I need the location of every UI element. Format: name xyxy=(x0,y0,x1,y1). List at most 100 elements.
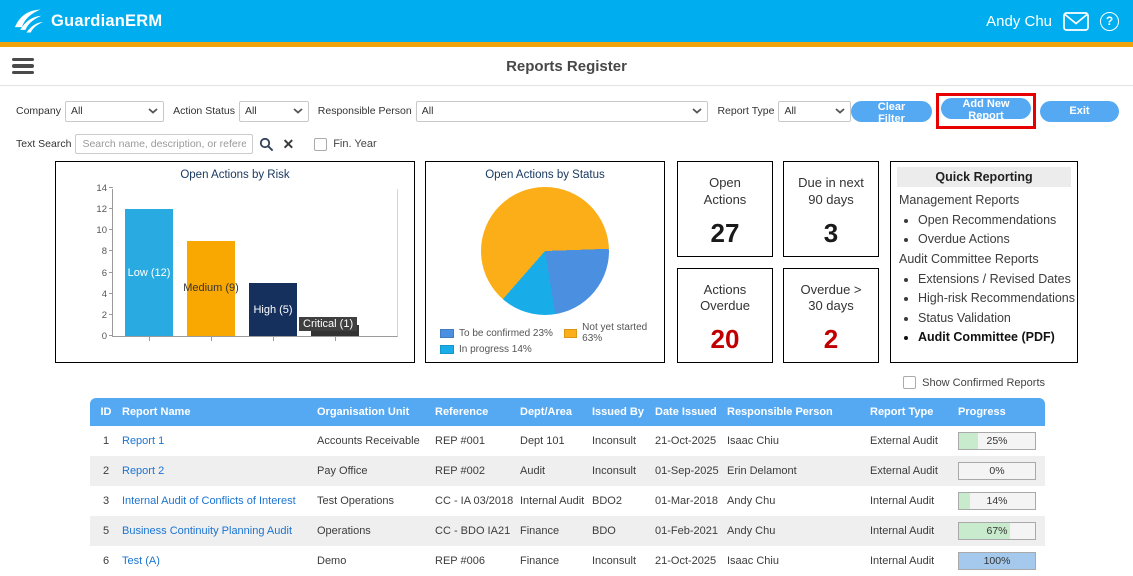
text-search-label: Text Search xyxy=(16,138,71,150)
bar-high: High (5) xyxy=(249,283,297,336)
bar-value-label: Medium (9) xyxy=(183,282,239,294)
table-header-row: IDReport NameOrganisation UnitReferenceD… xyxy=(90,398,1045,426)
cell-date-issued: 21-Oct-2025 xyxy=(653,435,725,447)
cell-issued-by: BDO xyxy=(590,525,653,537)
kpi-grid: OpenActions 27 Due in next90 days 3 Acti… xyxy=(677,161,879,363)
column-header-progress[interactable]: Progress xyxy=(956,406,1045,418)
kpi-label-line: 90 days xyxy=(784,192,878,209)
quick-report-link[interactable]: Overdue Actions xyxy=(918,232,1077,246)
y-axis-tick-label: 6 xyxy=(81,268,107,279)
legend-item: In progress 14% xyxy=(440,341,564,357)
action-status-select-value: All xyxy=(245,105,257,117)
cell-dept-area: Internal Audit xyxy=(518,495,590,507)
y-axis-tick-label: 2 xyxy=(81,310,107,321)
mail-icon[interactable] xyxy=(1063,12,1089,31)
cell-report-name: Report 2 xyxy=(120,465,315,477)
menu-hamburger-icon[interactable] xyxy=(12,58,34,74)
report-name-link[interactable]: Report 1 xyxy=(122,435,164,447)
cell-reference: CC - IA 03/2018 xyxy=(433,495,518,507)
x-axis-tick-mark xyxy=(211,337,212,341)
cell-report-type: External Audit xyxy=(868,435,956,447)
y-axis-tick-mark xyxy=(109,335,113,336)
clear-filter-button[interactable]: Clear Filter xyxy=(851,101,932,122)
kpi-value: 20 xyxy=(678,324,772,355)
cell-organisation-unit: Pay Office xyxy=(315,465,433,477)
column-header-report-name[interactable]: Report Name xyxy=(120,406,315,418)
clear-search-icon[interactable]: ✕ xyxy=(280,137,296,151)
x-axis-tick-mark xyxy=(335,337,336,341)
fin-year-checkbox[interactable] xyxy=(314,138,327,151)
y-axis-tick-label: 14 xyxy=(81,183,107,194)
add-new-report-button[interactable]: Add New Report xyxy=(941,98,1031,119)
column-header-responsible-person[interactable]: Responsible Person xyxy=(725,406,868,418)
cell-date-issued: 01-Sep-2025 xyxy=(653,465,725,477)
pie-chart xyxy=(481,187,609,315)
cell-reference: REP #006 xyxy=(433,555,518,567)
y-axis-tick-mark xyxy=(109,229,113,230)
reports-table: IDReport NameOrganisation UnitReferenceD… xyxy=(90,398,1045,576)
brand-name: GuardianERM xyxy=(51,12,162,31)
search-input[interactable] xyxy=(75,134,253,154)
report-type-select-value: All xyxy=(784,105,796,117)
kpi-value: 2 xyxy=(784,324,878,355)
y-axis-tick-mark xyxy=(109,293,113,294)
action-status-select[interactable]: All xyxy=(239,101,309,122)
cell-dept-area: Audit xyxy=(518,465,590,477)
exit-button[interactable]: Exit xyxy=(1040,101,1119,122)
y-axis-tick-mark xyxy=(109,250,113,251)
chevron-down-icon xyxy=(835,108,845,114)
y-axis-tick-mark xyxy=(109,314,113,315)
column-header-id[interactable]: ID xyxy=(90,406,120,418)
column-header-issued-by[interactable]: Issued By xyxy=(590,406,653,418)
kpi-overdue-30-days: Overdue >30 days 2 xyxy=(783,268,879,364)
quick-report-link[interactable]: Audit Committee (PDF) xyxy=(918,330,1077,344)
show-confirmed-checkbox[interactable] xyxy=(903,376,916,389)
column-header-report-type[interactable]: Report Type xyxy=(868,406,956,418)
y-axis-tick-label: 0 xyxy=(81,331,107,342)
report-name-link[interactable]: Report 2 xyxy=(122,465,164,477)
quick-reporting-panel: Quick Reporting Management ReportsOpen R… xyxy=(890,161,1078,363)
quick-reporting-title: Quick Reporting xyxy=(897,167,1071,187)
responsible-person-select[interactable]: All xyxy=(416,101,709,122)
help-icon[interactable]: ? xyxy=(1100,12,1119,31)
search-icon[interactable] xyxy=(257,137,276,152)
y-axis-tick-mark xyxy=(109,187,113,188)
top-app-bar: GuardianERM Andy Chu ? xyxy=(0,0,1133,42)
column-header-organisation-unit[interactable]: Organisation Unit xyxy=(315,406,433,418)
company-select[interactable]: All xyxy=(65,101,164,122)
report-type-select[interactable]: All xyxy=(778,101,851,122)
brand-logo[interactable]: GuardianERM xyxy=(14,8,162,34)
table-row: 6Test (A)DemoREP #006FinanceInconsult21-… xyxy=(90,546,1045,576)
cell-organisation-unit: Test Operations xyxy=(315,495,433,507)
y-axis-tick-label: 10 xyxy=(81,225,107,236)
column-header-date-issued[interactable]: Date Issued xyxy=(653,406,725,418)
column-header-reference[interactable]: Reference xyxy=(433,406,518,418)
bar-value-label: High (5) xyxy=(253,304,292,316)
report-name-link[interactable]: Internal Audit of Conflicts of Interest xyxy=(122,495,296,507)
report-name-link[interactable]: Test (A) xyxy=(122,555,160,567)
pie-chart-title: Open Actions by Status xyxy=(426,169,664,181)
bar-low: Low (12) xyxy=(125,209,173,336)
chevron-down-icon xyxy=(148,108,158,114)
cell-report-type: Internal Audit xyxy=(868,495,956,507)
cell-report-name: Test (A) xyxy=(120,555,315,567)
report-name-link[interactable]: Business Continuity Planning Audit xyxy=(122,525,292,537)
cell-report-type: External Audit xyxy=(868,465,956,477)
cell-responsible-person: Isaac Chiu xyxy=(725,555,868,567)
cell-report-name: Report 1 xyxy=(120,435,315,447)
quick-report-link[interactable]: High-risk Recommendations xyxy=(918,291,1077,305)
cell-report-type: Internal Audit xyxy=(868,525,956,537)
cell-dept-area: Dept 101 xyxy=(518,435,590,447)
dashboard-panels: Open Actions by Risk 02468101214Low (12)… xyxy=(55,161,1133,363)
column-header-dept-area[interactable]: Dept/Area xyxy=(518,406,590,418)
bar-chart-plot: 02468101214Low (12)Medium (9)High (5)Cri… xyxy=(112,189,398,337)
show-confirmed-row: Show Confirmed Reports xyxy=(0,376,1045,389)
highlight-annotation-box: Add New Report xyxy=(936,93,1036,129)
legend-swatch-icon xyxy=(564,329,577,338)
quick-report-link[interactable]: Open Recommendations xyxy=(918,213,1077,227)
responsible-person-select-value: All xyxy=(422,105,434,117)
x-axis-tick-mark xyxy=(273,337,274,341)
quick-report-link[interactable]: Extensions / Revised Dates xyxy=(918,272,1077,286)
quick-report-link[interactable]: Status Validation xyxy=(918,311,1077,325)
cell-responsible-person: Erin Delamont xyxy=(725,465,868,477)
